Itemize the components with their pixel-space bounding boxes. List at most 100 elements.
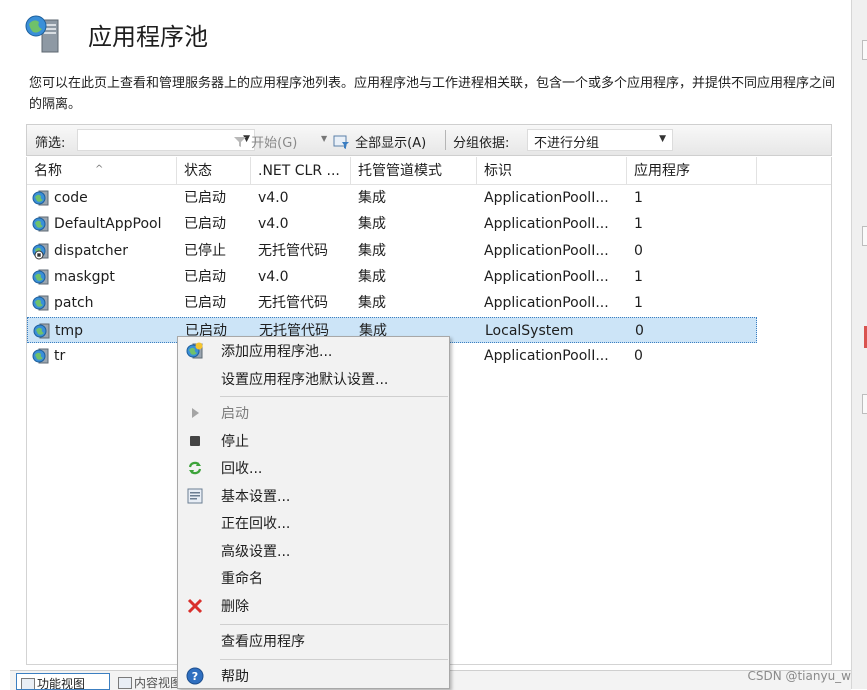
column-header-applications[interactable]: 应用程序 [627,157,757,184]
menu-item-help[interactable]: ? 帮助 [178,662,449,689]
menu-item-label: 重命名 [221,571,263,587]
cell-applications: 1 [634,295,643,312]
group-by-label: 分组依据: [453,136,510,151]
sort-ascending-icon: ^ [95,164,104,175]
cell-name: patch [54,295,94,312]
menu-item-stop[interactable]: 停止 [178,427,449,454]
menu-item-set-pool-defaults[interactable]: 设置应用程序池默认设置... [178,365,449,392]
cell-status: 已停止 [184,242,226,259]
menu-item-basic-settings[interactable]: 基本设置... [178,482,449,509]
chevron-down-icon[interactable]: ▼ [659,134,666,144]
cell-name: dispatcher [54,242,128,259]
column-header-clr[interactable]: .NET CLR ... [251,157,351,184]
cell-status: 已启动 [184,268,226,285]
help-icon: ? [186,667,204,685]
show-all-button[interactable]: 全部显示(A) [333,132,426,151]
cell-identity: LocalSystem [485,322,574,339]
menu-item-label: 基本设置... [221,489,291,505]
menu-item-recycle[interactable]: 回收... [178,454,449,481]
play-icon [192,408,199,418]
filter-label: 筛选: [35,136,66,151]
table-row[interactable]: code 已启动 v4.0 集成 ApplicationPoolI... 1 [27,185,757,211]
page-title: 应用程序池 [88,23,208,51]
panel-edge-tab [862,394,867,414]
cell-name: DefaultAppPool [54,216,162,233]
cell-clr-version: 无托管代码 [258,295,328,312]
start-filter-button[interactable]: 开始(G) [233,132,297,151]
panel-edge-tab [862,226,867,246]
cell-identity: ApplicationPoolI... [484,295,609,312]
cell-applications: 1 [634,268,643,285]
table-row[interactable]: dispatcher 已停止 无托管代码 集成 ApplicationPoolI... 0 [27,238,757,264]
cell-pipeline-mode: 集成 [358,295,386,312]
menu-item-label: 正在回收... [221,516,291,532]
filter-toolbar: 筛选: ▼ 开始(G) ▼ 全部显示(A) 分组依据: 不进行分组 ▼ [26,124,832,156]
cell-status: 已启动 [184,216,226,233]
cell-clr-version: v4.0 [258,216,289,233]
cell-identity: ApplicationPoolI... [484,190,609,206]
page-description: 您可以在此页上查看和管理服务器上的应用程序池列表。应用程序池与工作进程相关联，包… [29,76,836,112]
delete-icon [187,598,203,614]
menu-item-label: 查看应用程序 [221,634,305,650]
menu-item-label: 回收... [221,461,263,477]
table-row[interactable]: DefaultAppPool 已启动 v4.0 集成 ApplicationPoolI.… [27,211,757,237]
cell-applications: 1 [634,216,643,233]
table-row[interactable]: maskgpt 已启动 v4.0 集成 ApplicationPoolI... 1 [27,264,757,290]
content-view-icon [118,677,132,689]
cell-applications: 0 [634,347,643,364]
table-row[interactable]: patch 已启动 无托管代码 集成 ApplicationPoolI... 1 [27,290,757,316]
cell-name: tmp [55,322,84,339]
menu-item-recycling[interactable]: 正在回收... [178,509,449,536]
menu-item-add-app-pool[interactable]: 添加应用程序池... [178,337,449,364]
panel-edge-tab [862,40,867,60]
menu-separator [220,396,448,397]
context-menu: 添加应用程序池... 设置应用程序池默认设置... 启动 停止回收... 基本设置...… [177,336,450,689]
menu-item-label: 设置应用程序池默认设置... [221,372,389,388]
menu-item-label: 帮助 [221,669,249,685]
column-header-name[interactable]: 名称 ^ [27,157,177,184]
server-globe-icon [25,15,59,53]
watermark: CSDN @tianyu_w [747,669,851,683]
stop-icon [190,436,200,446]
cell-identity: ApplicationPoolI... [484,268,609,285]
menu-item-rename[interactable]: 重命名 [178,564,449,591]
column-header-identity[interactable]: 标识 [477,157,627,184]
show-all-label: 全部显示(A) [355,136,427,151]
chevron-down-icon[interactable]: ▼ [321,134,327,143]
cell-name: code [54,190,88,206]
menu-item-view-applications[interactable]: 查看应用程序 [178,627,449,654]
funnel-icon [234,137,246,147]
cell-status: 已启动 [184,190,226,206]
tab-content-view[interactable]: 内容视图 [114,673,184,690]
menu-item-label: 删除 [221,599,249,615]
cell-identity: ApplicationPoolI... [484,216,609,233]
cell-status: 已启动 [184,295,226,312]
cell-clr-version: 无托管代码 [258,242,328,259]
cell-pipeline-mode: 集成 [358,242,386,259]
cell-identity: ApplicationPoolI... [484,347,609,364]
menu-item-start[interactable]: 启动 [178,399,449,426]
column-header-pipeline[interactable]: 托管管道模式 [351,157,477,184]
show-all-icon [333,135,349,149]
features-view-icon [21,678,35,689]
cell-name: tr [54,347,66,364]
filter-input[interactable]: ▼ [77,129,255,151]
cell-clr-version: v4.0 [258,190,289,206]
recycle-icon [188,461,202,475]
cell-pipeline-mode: 集成 [358,268,386,285]
menu-separator [220,659,448,660]
cell-applications: 1 [634,190,643,206]
menu-item-label: 高级设置... [221,544,291,560]
menu-item-delete[interactable]: 删除 [178,592,449,619]
cell-applications: 0 [634,242,643,259]
menu-separator [220,624,448,625]
tab-features-view[interactable]: 功能视图 [16,673,110,690]
group-by-select[interactable]: 不进行分组 ▼ [527,129,673,151]
adjacent-panel-edge [851,0,867,689]
cell-name: maskgpt [54,268,115,285]
add-pool-icon [186,342,203,359]
start-filter-label: 开始(G) [251,136,298,151]
menu-item-advanced-settings[interactable]: 高级设置... [178,537,449,564]
column-header-status[interactable]: 状态 [177,157,251,184]
cell-pipeline-mode: 集成 [358,216,386,233]
